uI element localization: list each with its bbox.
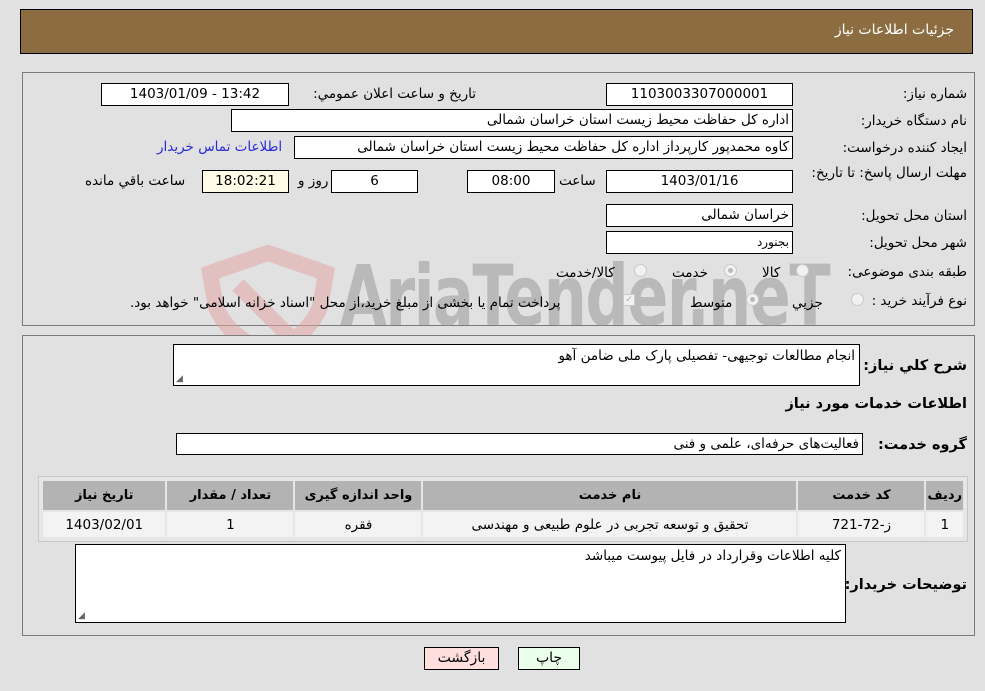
category-label: طبقه بندی موضوعی: <box>847 264 967 280</box>
table-row: 1 ز-72-721 تحقیق و توسعه تجربی در علوم ط… <box>40 510 965 539</box>
treasury-note: پرداخت تمام یا بخشی از مبلغ خرید،از محل … <box>130 295 561 311</box>
buyer-org-label: نام دستگاه خریدار: <box>860 113 967 129</box>
back-button[interactable]: بازگشت <box>424 647 499 670</box>
announce-datetime-field[interactable]: 1403/01/09 - 13:42 <box>101 83 289 106</box>
buyer-notes-textarea[interactable]: کلیه اطلاعات وقرارداد در فایل پیوست میبا… <box>75 544 846 623</box>
purchase-option-medium: متوسط <box>690 295 733 311</box>
buyer-contact-link[interactable]: اطلاعات تماس خریدار <box>157 139 282 155</box>
province-field[interactable]: خراسان شمالی <box>606 204 793 227</box>
buyer-notes-text: کلیه اطلاعات وقرارداد در فایل پیوست میبا… <box>584 548 841 564</box>
category-option-goods: کالا <box>762 265 781 281</box>
category-option-goods-service: کالا/خدمت <box>556 265 615 281</box>
purchase-radio-minor[interactable] <box>851 293 864 306</box>
purchase-option-minor: جزیي <box>792 295 823 311</box>
province-label: استان محل تحویل: <box>861 208 967 224</box>
requester-field[interactable]: کاوه محمدپور کارپرداز اداره کل حفاظت محی… <box>294 136 793 159</box>
services-table-container: ردیف کد خدمت نام خدمت واحد اندازه گیری ت… <box>38 476 968 542</box>
table-header-row: ردیف کد خدمت نام خدمت واحد اندازه گیری ت… <box>40 479 965 512</box>
category-radio-service[interactable] <box>724 264 737 277</box>
cell-service-name: تحقیق و توسعه تجربی در علوم طبیعی و مهند… <box>421 510 799 539</box>
cell-service-code: ز-72-721 <box>796 510 927 539</box>
time-remaining-label: ساعت باقي مانده <box>85 173 186 189</box>
cell-row-number: 1 <box>924 510 965 539</box>
deadline-time-label: ساعت <box>559 173 596 189</box>
treasury-checkbox[interactable]: ✓ <box>623 294 635 306</box>
service-group-field[interactable]: فعالیت‌های حرفه‌ای، علمی و فنی <box>176 433 863 455</box>
resize-handle-icon[interactable]: ◢ <box>176 374 183 384</box>
header-need-date: تاریخ نیاز <box>40 479 168 512</box>
header-service-name: نام خدمت <box>421 479 799 512</box>
requester-label: ایجاد کننده درخواست: <box>842 140 967 156</box>
announce-datetime-label: تاریخ و ساعت اعلان عمومي: <box>313 86 476 102</box>
purchase-radio-medium[interactable] <box>746 293 759 306</box>
service-group-label: گروه خدمت: <box>877 437 967 453</box>
resize-handle-icon[interactable]: ◢ <box>78 611 85 621</box>
need-number-field[interactable]: 1103003307000001 <box>606 83 793 106</box>
city-field[interactable]: بجنورد <box>606 231 793 254</box>
category-option-service: خدمت <box>672 265 708 281</box>
city-label: شهر محل تحویل: <box>869 235 967 251</box>
days-label: روز و <box>298 173 329 189</box>
header-quantity: تعداد / مقدار <box>165 479 296 512</box>
deadline-date-field[interactable]: 1403/01/16 <box>606 170 793 193</box>
deadline-label: مهلت ارسال پاسخ: تا تاریخ: <box>811 165 967 181</box>
description-label: شرح کلي نیاز: <box>863 358 967 374</box>
page-header: جزئیات اطلاعات نیاز <box>20 9 973 54</box>
cell-need-date: 1403/02/01 <box>40 510 168 539</box>
buyer-org-field[interactable]: اداره کل حفاظت محیط زیست استان خراسان شم… <box>231 109 793 132</box>
services-section-title: اطلاعات خدمات مورد نیاز <box>785 396 967 412</box>
category-radio-goods[interactable] <box>796 264 809 277</box>
cell-unit: فقره <box>293 510 424 539</box>
description-textarea[interactable]: انجام مطالعات توجیهی- تفصیلی پارک ملی ضا… <box>173 344 860 386</box>
purchase-type-label: نوع فرآیند خرید : <box>871 293 967 309</box>
deadline-time-field[interactable]: 08:00 <box>467 170 555 193</box>
print-button[interactable]: چاپ <box>518 647 580 670</box>
buyer-notes-label: توضیحات خریدار: <box>844 577 967 593</box>
days-remaining-field[interactable]: 6 <box>331 170 418 193</box>
header-unit: واحد اندازه گیری <box>293 479 424 512</box>
cell-quantity: 1 <box>165 510 296 539</box>
services-table: ردیف کد خدمت نام خدمت واحد اندازه گیری ت… <box>40 479 965 539</box>
need-number-label: شماره نیاز: <box>902 86 967 102</box>
header-service-code: کد خدمت <box>796 479 927 512</box>
description-text: انجام مطالعات توجیهی- تفصیلی پارک ملی ضا… <box>558 348 855 364</box>
page-title: جزئیات اطلاعات نیاز <box>834 22 954 38</box>
category-radio-goods-service[interactable] <box>634 264 647 277</box>
header-row-number: ردیف <box>924 479 965 512</box>
time-remaining-field: 18:02:21 <box>202 170 289 193</box>
